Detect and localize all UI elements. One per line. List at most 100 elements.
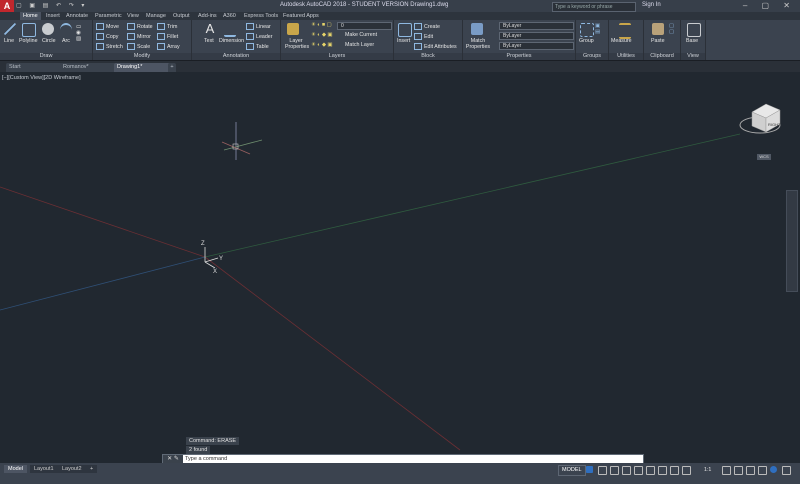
search-input[interactable]: Type a keyword or phrase xyxy=(552,2,636,12)
layers-panel-title[interactable]: Layers xyxy=(281,53,393,60)
tab-parametric[interactable]: Parametric xyxy=(95,12,122,20)
rotate-button[interactable]: Rotate xyxy=(127,23,153,30)
modify-panel-title[interactable]: Modify xyxy=(93,53,191,60)
isolate-objects-icon[interactable] xyxy=(770,466,777,473)
groups-panel-title[interactable]: Groups xyxy=(576,53,608,60)
polyline-icon[interactable] xyxy=(22,23,36,37)
line-icon[interactable] xyxy=(4,23,16,35)
doc-tab-drawing1[interactable]: Drawing1* xyxy=(114,63,170,72)
view-panel-title[interactable]: View xyxy=(681,53,705,60)
group-button[interactable]: Group xyxy=(579,38,594,44)
viewcube-icon[interactable]: RIGHT xyxy=(739,103,781,134)
trim-button[interactable]: Trim xyxy=(157,23,177,30)
match-properties-button[interactable]: Match Properties xyxy=(465,38,491,50)
tab-annotate[interactable]: Annotate xyxy=(66,12,88,20)
model-space-button[interactable]: MODEL xyxy=(558,465,586,476)
annotation-scale[interactable]: 1:1 xyxy=(704,467,711,473)
sign-in-button[interactable]: Sign In xyxy=(642,2,661,8)
layer-state-icons[interactable]: ☀ ◐ ■ ▢ xyxy=(311,22,332,28)
tab-add-ins[interactable]: Add-ins xyxy=(198,12,217,20)
polyline-button[interactable]: Polyline xyxy=(19,38,38,44)
annotation-visibility-icon[interactable] xyxy=(682,466,691,475)
paste-button[interactable]: Paste xyxy=(651,38,665,44)
drawing-viewport[interactable]: Z Y X RIGHT xyxy=(0,72,800,462)
move-button[interactable]: Move xyxy=(96,23,119,30)
text-button[interactable]: Text xyxy=(204,38,214,44)
layer-dropdown[interactable]: 0 xyxy=(337,22,392,30)
tab-home[interactable]: Home xyxy=(20,12,41,20)
group-tools-icon[interactable]: ▣ ▤ xyxy=(595,23,600,35)
tab-express-tools[interactable]: Express Tools xyxy=(244,12,278,20)
navigation-bar[interactable] xyxy=(786,190,798,292)
utilities-panel-title[interactable]: Utilities xyxy=(609,53,643,60)
window-controls[interactable]: – ▢ ✕ xyxy=(743,1,796,10)
mirror-button[interactable]: Mirror xyxy=(127,33,151,40)
annotation-panel-title[interactable]: Annotation xyxy=(192,53,280,60)
doc-tab-romanov[interactable]: Romanov* xyxy=(60,63,116,72)
measure-icon[interactable] xyxy=(619,23,631,39)
make-current-button[interactable]: Make Current xyxy=(345,32,377,38)
create-button[interactable]: Create xyxy=(414,23,440,30)
snap-icon[interactable] xyxy=(598,466,607,475)
tab-output[interactable]: Output xyxy=(173,12,190,20)
linear-button[interactable]: Linear xyxy=(246,23,271,30)
autocad-logo-button[interactable]: A xyxy=(0,0,14,12)
line-button[interactable]: Line xyxy=(4,38,14,44)
circle-button[interactable]: Circle xyxy=(42,38,56,44)
tab-insert[interactable]: Insert xyxy=(46,12,60,20)
edit-attributes-button[interactable]: Edit Attributes xyxy=(414,43,457,50)
clipboard-tools-icon[interactable]: ▢ ▢ xyxy=(669,23,674,35)
otrack-icon[interactable] xyxy=(658,466,667,475)
clipboard-panel-title[interactable]: Clipboard xyxy=(644,53,680,60)
scale-button[interactable]: Scale xyxy=(127,43,150,50)
lineweight-dropdown[interactable]: ByLayer xyxy=(499,42,574,50)
linetype-dropdown[interactable]: ByLayer xyxy=(499,32,574,40)
arc-icon[interactable] xyxy=(60,23,72,37)
properties-panel-title[interactable]: Properties xyxy=(463,53,575,60)
annotation-monitor-icon[interactable] xyxy=(734,466,743,475)
customization-menu-icon[interactable] xyxy=(782,466,791,475)
paste-icon[interactable] xyxy=(652,23,664,35)
layer-tools-icons[interactable]: ☀ ◐ ◆ ▣ xyxy=(311,32,332,38)
text-icon[interactable]: A xyxy=(204,22,216,35)
layer-properties-icon[interactable] xyxy=(287,23,299,35)
osnap-icon[interactable] xyxy=(634,466,643,475)
doc-tab-start[interactable]: Start xyxy=(6,63,62,72)
isometric-icon[interactable] xyxy=(646,466,655,475)
tab-a360[interactable]: A360 xyxy=(223,12,236,20)
copy-button[interactable]: Copy xyxy=(96,33,118,40)
tab-view[interactable]: View xyxy=(127,12,139,20)
leader-button[interactable]: Leader xyxy=(246,33,273,40)
group-icon[interactable] xyxy=(580,23,594,37)
draw-tools-icon[interactable]: ▭ ◉ ▨ xyxy=(76,24,81,42)
tab-featured-apps[interactable]: Featured Apps xyxy=(283,12,319,20)
base-button[interactable]: Base xyxy=(686,38,698,44)
draw-panel-title[interactable]: Draw xyxy=(0,53,92,60)
measure-button[interactable]: Measure xyxy=(611,38,632,44)
new-tab-plus-icon[interactable]: + xyxy=(168,63,176,72)
layer-more-icons[interactable]: ☀ ◐ ◆ ▣ xyxy=(311,42,332,48)
fillet-button[interactable]: Fillet xyxy=(157,33,178,40)
layout-tab-model[interactable]: Model xyxy=(4,465,27,473)
insert-button[interactable]: Insert xyxy=(397,38,410,44)
arc-button[interactable]: Arc xyxy=(62,38,70,44)
lineweight-icon[interactable] xyxy=(670,466,679,475)
workspace-gear-icon[interactable] xyxy=(722,466,731,475)
dimension-icon[interactable] xyxy=(224,23,236,37)
tab-manage[interactable]: Manage xyxy=(146,12,166,20)
polar-icon[interactable] xyxy=(622,466,631,475)
circle-icon[interactable] xyxy=(42,23,54,35)
table-button[interactable]: Table xyxy=(246,43,269,50)
layout-tab-layout2[interactable]: Layout2 xyxy=(58,465,86,473)
units-icon[interactable] xyxy=(746,466,755,475)
quick-access-toolbar[interactable]: ▢ ▣ ▤ ↶ ↷ ▾ xyxy=(16,2,87,9)
ortho-icon[interactable] xyxy=(610,466,619,475)
wcs-dropdown[interactable]: WCS xyxy=(757,154,771,160)
grid-icon[interactable] xyxy=(586,466,593,473)
stretch-button[interactable]: Stretch xyxy=(96,43,123,50)
add-layout-plus-icon[interactable]: + xyxy=(86,465,98,473)
match-layer-button[interactable]: Match Layer xyxy=(345,42,374,48)
array-button[interactable]: Array xyxy=(157,43,180,50)
insert-icon[interactable] xyxy=(398,23,412,37)
base-view-icon[interactable] xyxy=(687,23,701,37)
